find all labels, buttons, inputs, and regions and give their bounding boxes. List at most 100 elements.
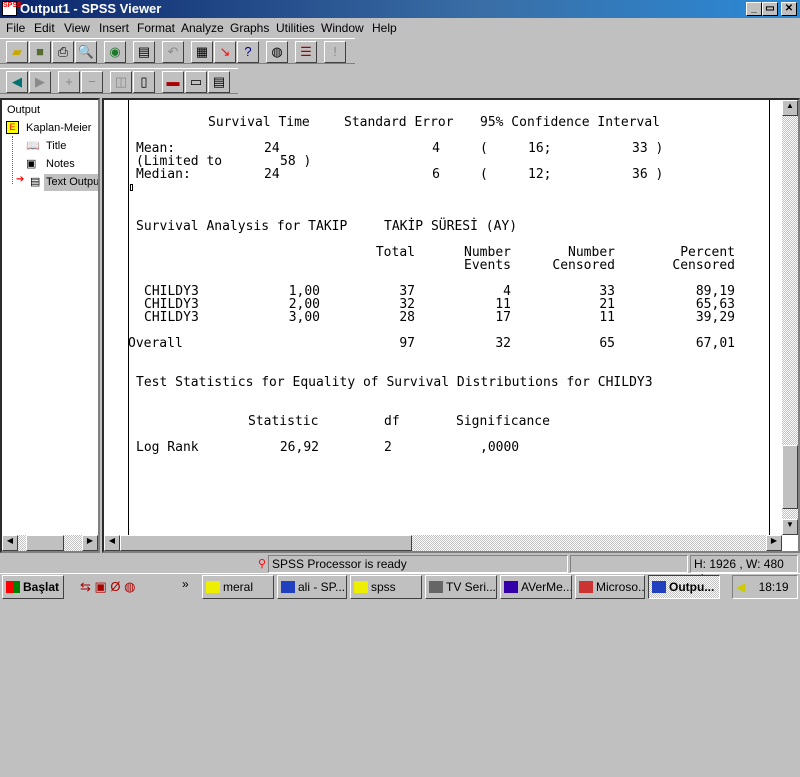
run-icon[interactable]: ! [324,41,346,63]
scroll-up-button[interactable]: ▲ [782,100,798,116]
insert-text-icon[interactable]: ▤ [208,71,230,93]
goto-case-icon[interactable]: ↘ [214,41,236,63]
log-rank-statistic: 26,92 [279,440,319,455]
overall-total: 97 [399,336,415,351]
title-icon: 📖 [26,140,40,152]
col-total: Total [375,245,415,260]
overall-percent: 67,01 [695,336,735,351]
task-microsoft[interactable]: Microso... [575,575,645,599]
start-button[interactable]: Başlat [2,575,64,599]
procedure-icon: E [6,121,19,134]
open-icon[interactable]: ▰ [6,41,28,63]
restore-button[interactable]: ▭ [762,2,778,16]
menu-format[interactable]: Format [137,21,175,35]
menu-utilities[interactable]: Utilities [276,21,315,35]
test-header-significance: Significance [456,414,550,429]
export-icon[interactable]: ◉ [104,41,126,63]
save-icon[interactable]: ■ [29,41,51,63]
menu-view[interactable]: View [64,21,90,35]
task-ali-spss[interactable]: ali - SP... [277,575,347,599]
median-low: 12; [528,167,552,182]
task-label: Microso... [596,580,645,594]
task-label: Outpu... [669,580,715,594]
test-header-statistic: Statistic [248,414,319,429]
outline-notes[interactable]: Notes [46,158,75,170]
task-meral[interactable]: meral [202,575,274,599]
scroll-right-button[interactable]: ▶ [766,535,782,551]
outline-pane: Output E Kaplan-Meier 📖 Title ▣ Notes ➔ … [0,98,100,553]
analysis-title: Survival Analysis for TAKIP [136,219,348,234]
task-label: TV Seri... [446,580,497,594]
system-tray: ◀ 18:19 [732,575,798,599]
volume-icon[interactable]: ◀ [736,580,745,594]
quicklaunch-icons[interactable]: ⇆ ▣ Ø ◍ [80,579,135,595]
mean-se: 4 [432,141,440,156]
undo-icon[interactable]: ↶ [162,41,184,63]
remote-icon [429,581,443,593]
test-header-df: df [384,414,400,429]
menu-insert[interactable]: Insert [99,21,129,35]
outline-title[interactable]: Title [46,140,66,152]
header-confidence: 95% Confidence Interval [480,115,661,130]
overall-events: 32 [495,336,511,351]
expand-icon[interactable]: + [58,71,80,93]
designate-window-icon[interactable]: ☰ [295,41,317,63]
median-se: 6 [432,167,440,182]
promote-icon[interactable]: ◀ [6,71,28,93]
content-pane: Survival Time Standard Error 95% Confide… [102,98,800,553]
avermedia-icon [504,581,518,593]
outline-hscroll-thumb[interactable] [26,535,64,551]
outline-root[interactable]: Output [7,104,40,116]
outline-kaplan-meier[interactable]: Kaplan-Meier [26,122,91,134]
scroll-down-button[interactable]: ▼ [782,519,798,535]
menu-graphs[interactable]: Graphs [230,21,269,35]
text-output-icon: ▤ [30,176,41,188]
text-output[interactable]: Survival Time Standard Error 95% Confide… [104,100,784,535]
minimize-button[interactable]: _ [746,2,762,16]
col-number-events-2: Events [464,258,511,273]
recall-dialog-icon[interactable]: ▤ [133,41,155,63]
menu-help[interactable]: Help [372,21,397,35]
spss-app-icon: SPSS [2,1,22,16]
close-button[interactable]: ✕ [781,2,797,16]
insert-heading-icon[interactable]: ▬ [162,71,184,93]
insert-title-icon[interactable]: ▭ [185,71,207,93]
median-label: Median: [136,167,191,182]
use-sets-icon[interactable]: ◍ [266,41,288,63]
task-avermedia[interactable]: AVerMe... [500,575,572,599]
task-output-active[interactable]: Outpu... [648,575,720,599]
limited-value: 58 ) [280,154,312,169]
menu-window[interactable]: Window [321,21,364,35]
horizontal-scroll-thumb[interactable] [120,535,412,551]
test-title: Test Statistics for Equality of Survival… [136,375,653,390]
collapse-icon[interactable]: − [81,71,103,93]
task-tv[interactable]: TV Seri... [425,575,497,599]
outline-scroll-right[interactable]: ▶ [82,535,98,551]
median-paren: ( [480,167,488,182]
goto-data-icon[interactable]: ▦ [191,41,213,63]
menu-file[interactable]: File [6,21,25,35]
menu-bar: File Edit View Insert Format Analyze Gra… [0,19,800,37]
scroll-left-button[interactable]: ◀ [104,535,120,551]
median-high: 36 ) [632,167,664,182]
variables-icon[interactable]: ? [237,41,259,63]
log-rank-significance: ,0000 [480,440,520,455]
show-icon[interactable]: ◫ [110,71,132,93]
outline-scroll-left[interactable]: ◀ [2,535,18,551]
col-number-censored-2: Censored [552,258,615,273]
demote-icon[interactable]: ▶ [29,71,51,93]
task-spss-folder[interactable]: spss [350,575,422,599]
group-events: 17 [495,310,511,325]
quicklaunch-more-icon[interactable]: » [182,577,189,591]
mean-high: 33 ) [632,141,664,156]
vertical-scroll-thumb[interactable] [782,445,798,509]
outline-text-output[interactable]: Text Output [44,174,98,191]
print-icon[interactable]: ⎙ [52,41,74,63]
menu-analyze[interactable]: Analyze [181,21,224,35]
print-preview-icon[interactable]: 🔍 [75,41,97,63]
spss-data-icon [281,581,295,593]
clock[interactable]: 18:19 [759,580,789,594]
task-label: AVerMe... [521,580,572,594]
hide-icon[interactable]: ▯ [133,71,155,93]
menu-edit[interactable]: Edit [34,21,55,35]
